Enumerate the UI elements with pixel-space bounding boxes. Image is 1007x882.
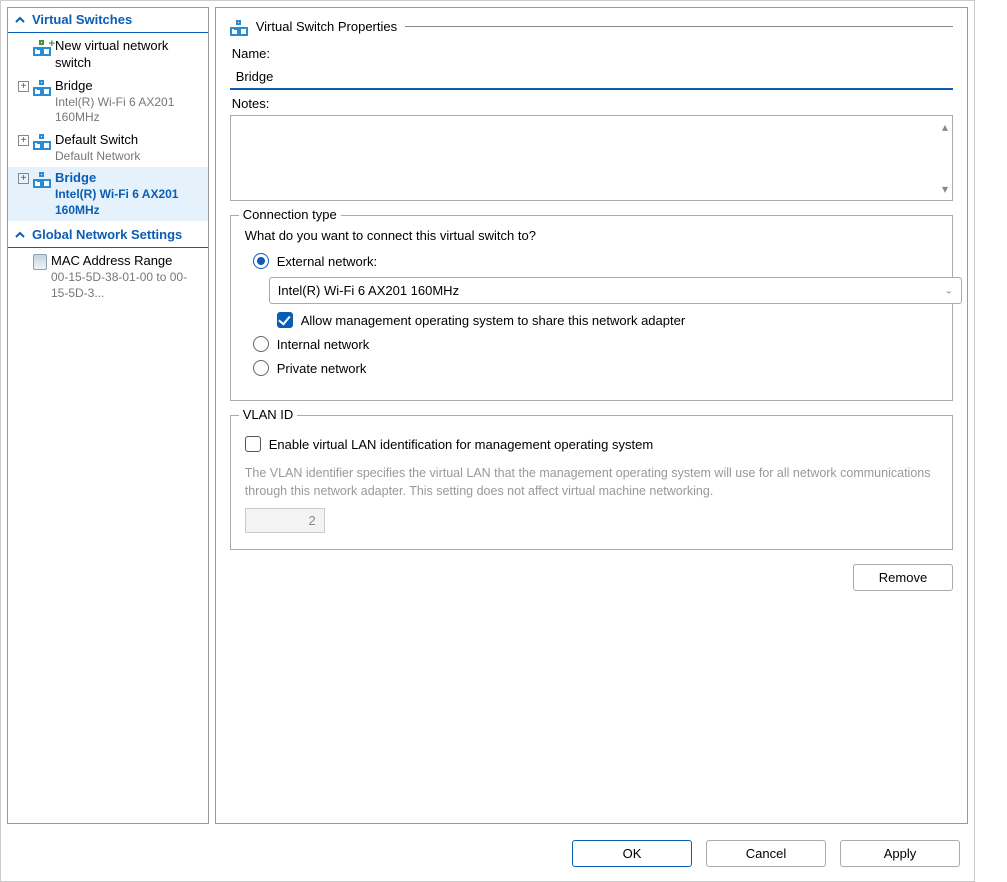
radio-icon (253, 336, 269, 352)
checkbox-label: Allow management operating system to sha… (301, 313, 685, 328)
radio-internal[interactable]: Internal network (245, 336, 938, 352)
radio-icon (253, 253, 269, 269)
cancel-button[interactable]: Cancel (706, 840, 826, 867)
expander-icon[interactable]: + (18, 173, 29, 184)
notes-textarea[interactable]: ▴ ▾ (230, 115, 953, 201)
tree-item-bridge-2[interactable]: + Bridge Intel(R) Wi-Fi 6 AX201 160MHz (8, 167, 208, 221)
panel-title: Virtual Switch Properties (256, 19, 397, 34)
notes-label: Notes: (232, 96, 953, 111)
tree-item-mac-range[interactable]: MAC Address Range 00-15-5D-38-01-00 to 0… (8, 250, 208, 304)
tree-item-label: Default Switch (55, 132, 140, 149)
radio-private[interactable]: Private network (245, 360, 938, 376)
tree-item-label: New virtual network switch (55, 38, 202, 72)
scroll-down-icon[interactable]: ▾ (942, 182, 948, 196)
network-switch-icon (33, 172, 51, 186)
network-switch-icon (33, 134, 51, 148)
tree-item-sublabel: 00-15-5D-38-01-00 to 00-15-5D-3... (51, 270, 202, 301)
checkbox-enable-vlan[interactable]: Enable virtual LAN identification for ma… (245, 436, 938, 452)
scroll-up-icon[interactable]: ▴ (942, 120, 948, 134)
chevron-up-icon (14, 14, 26, 26)
radio-external[interactable]: External network: (245, 253, 938, 269)
tree-section-virtual-switches[interactable]: Virtual Switches (8, 8, 208, 33)
tree-item-label: Bridge (55, 170, 202, 187)
name-label: Name: (232, 46, 953, 61)
radio-label: External network: (277, 254, 377, 269)
tree-item-sublabel: Intel(R) Wi-Fi 6 AX201 160MHz (55, 187, 202, 218)
properties-panel: Virtual Switch Properties Name: Notes: ▴… (215, 7, 968, 824)
tree-item-sublabel: Intel(R) Wi-Fi 6 AX201 160MHz (55, 95, 202, 126)
fieldset-legend: VLAN ID (239, 407, 298, 422)
chevron-down-icon: ⌄ (945, 285, 953, 296)
expander-icon[interactable]: + (18, 135, 29, 146)
expander-placeholder (18, 256, 29, 267)
checkbox-allow-mgmt[interactable]: Allow management operating system to sha… (269, 312, 938, 328)
tree-item-sublabel: Default Network (55, 149, 140, 165)
tree-item-label: MAC Address Range (51, 253, 202, 270)
tree-section-global[interactable]: Global Network Settings (8, 223, 208, 248)
radio-label: Internal network (277, 337, 370, 352)
title-divider (405, 26, 953, 27)
expander-placeholder (18, 41, 29, 52)
ok-button[interactable]: OK (572, 840, 692, 867)
checkbox-icon (277, 312, 293, 328)
fieldset-legend: Connection type (239, 207, 341, 222)
remove-button[interactable]: Remove (853, 564, 953, 591)
tree-item-label: Bridge (55, 78, 202, 95)
vlan-id-input (245, 508, 325, 533)
network-switch-icon (230, 20, 248, 34)
section-label: Virtual Switches (32, 12, 132, 27)
mac-range-icon (33, 254, 47, 270)
select-value: Intel(R) Wi-Fi 6 AX201 160MHz (278, 283, 459, 298)
vlan-group: VLAN ID Enable virtual LAN identificatio… (230, 415, 953, 550)
expander-icon[interactable]: + (18, 81, 29, 92)
radio-label: Private network (277, 361, 367, 376)
checkbox-label: Enable virtual LAN identification for ma… (269, 437, 653, 452)
vlan-help-text: The VLAN identifier specifies the virtua… (245, 464, 938, 500)
apply-button[interactable]: Apply (840, 840, 960, 867)
radio-icon (253, 360, 269, 376)
external-adapter-select[interactable]: Intel(R) Wi-Fi 6 AX201 160MHz ⌄ (269, 277, 962, 304)
network-switch-icon (33, 80, 51, 94)
navigation-tree: Virtual Switches + New virtual network s… (7, 7, 209, 824)
section-label: Global Network Settings (32, 227, 182, 242)
dialog-footer: OK Cancel Apply (1, 830, 974, 881)
tree-item-new-switch[interactable]: + New virtual network switch (8, 35, 208, 75)
checkbox-icon (245, 436, 261, 452)
name-input[interactable] (230, 65, 953, 90)
connection-prompt: What do you want to connect this virtual… (245, 228, 938, 243)
tree-item-default-switch[interactable]: + Default Switch Default Network (8, 129, 208, 167)
connection-type-group: Connection type What do you want to conn… (230, 215, 953, 401)
tree-item-bridge-1[interactable]: + Bridge Intel(R) Wi-Fi 6 AX201 160MHz (8, 75, 208, 129)
network-switch-new-icon: + (33, 40, 51, 54)
chevron-up-icon (14, 229, 26, 241)
